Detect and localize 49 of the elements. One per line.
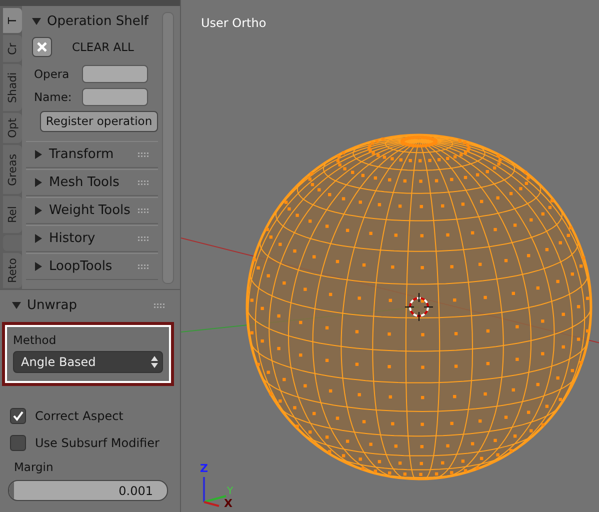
disclosure-triangle-icon[interactable] [34, 206, 43, 215]
drag-handle-icon[interactable] [138, 208, 150, 214]
drag-handle-icon[interactable] [138, 236, 150, 242]
tool-tab[interactable]: Greas [3, 145, 22, 194]
clear-all-label: CLEAR ALL [72, 40, 134, 54]
register-operation-button[interactable]: Register operation [40, 110, 158, 132]
tool-tab[interactable]: Rel [3, 196, 22, 233]
input-field[interactable] [82, 64, 148, 82]
panel-title[interactable]: Operation Shelf [47, 14, 149, 28]
checkbox[interactable] [10, 434, 26, 450]
margin-slider[interactable]: 0.001 [8, 480, 168, 501]
up-down-arrows-icon [151, 356, 158, 368]
3d-cursor-icon [404, 292, 434, 322]
checkbox[interactable] [10, 408, 26, 424]
axis-label: Y [227, 486, 234, 497]
drag-handle-icon[interactable] [138, 264, 150, 270]
method-label: Method [13, 333, 58, 347]
tool-tab[interactable]: Opt [3, 113, 22, 143]
axis-label: X [224, 498, 232, 510]
viewport-title: User Ortho [201, 16, 266, 30]
method-dropdown[interactable]: Angle Based [13, 351, 163, 373]
panel-header[interactable]: Mesh Tools [26, 169, 158, 196]
panel-header[interactable]: Weight Tools [26, 197, 158, 224]
disclosure-triangle-icon[interactable] [34, 178, 43, 187]
drag-handle-icon[interactable] [138, 152, 150, 158]
panel-header[interactable]: History [26, 225, 158, 252]
disclosure-triangle-icon[interactable] [12, 300, 21, 310]
drag-handle-icon[interactable] [154, 302, 166, 308]
checkbox-label: Use Subsurf Modifier [35, 436, 160, 450]
disclosure-triangle-icon[interactable] [34, 262, 43, 271]
margin-label: Margin [14, 460, 54, 474]
panel-header[interactable]: Transform [26, 141, 158, 168]
tool-tab[interactable]: Shadi [3, 64, 22, 111]
close-icon [37, 42, 47, 52]
field-label: Opera [34, 66, 70, 80]
field-label: Name: [34, 90, 73, 104]
disclosure-triangle-icon[interactable] [32, 16, 41, 26]
checkbox-label: Correct Aspect [35, 408, 124, 422]
tool-tab[interactable]: Cr [3, 35, 22, 62]
disclosure-triangle-icon[interactable] [34, 150, 43, 159]
disclosure-triangle-icon[interactable] [34, 234, 43, 243]
panel-header[interactable]: LoopTools [26, 253, 158, 280]
tool-tab[interactable]: T [3, 8, 22, 33]
axis-label: Z [200, 462, 208, 475]
input-field[interactable] [82, 88, 148, 106]
clear-all-button[interactable] [32, 37, 52, 57]
panel-title[interactable]: Unwrap [27, 298, 77, 312]
tool-tab[interactable]: Reto [3, 253, 22, 288]
drag-handle-icon[interactable] [138, 180, 150, 186]
